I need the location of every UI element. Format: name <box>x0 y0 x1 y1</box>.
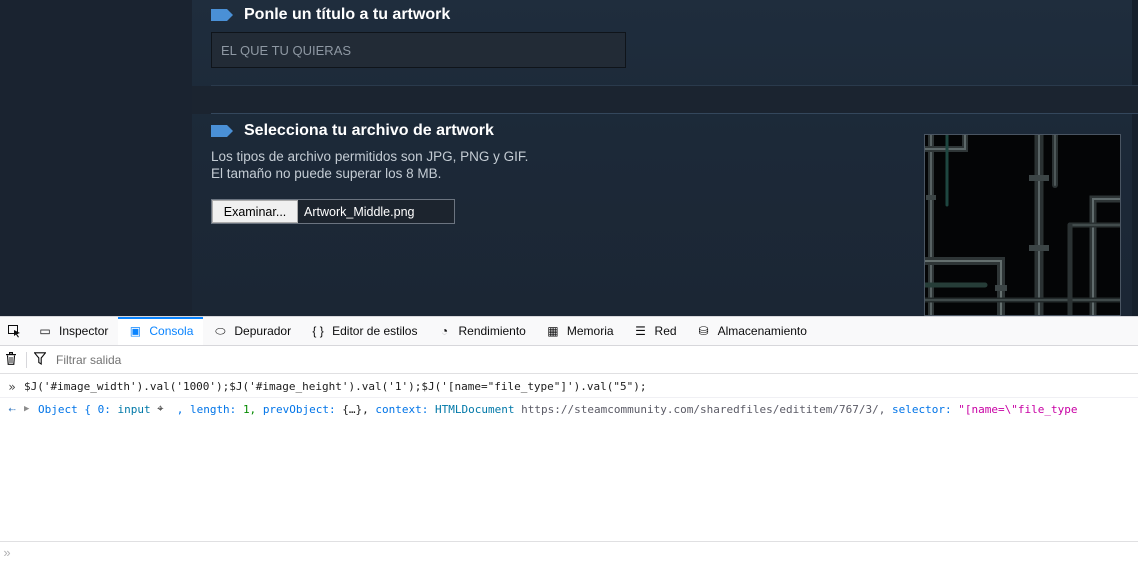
divider <box>211 113 1138 114</box>
console-command-line: » $J('#image_width').val('1000');$J('#im… <box>0 376 1138 398</box>
clear-console-button[interactable] <box>1 351 21 368</box>
devtools-panel: ▭ Inspector ▣ Consola ⬭ Depurador { } Ed… <box>0 316 1138 562</box>
tab-style-editor[interactable]: { } Editor de estilos <box>301 317 427 345</box>
context-url: https://steamcommunity.com/sharedfiles/e… <box>521 402 886 416</box>
input-prompt-icon: » <box>3 545 11 560</box>
upload-allowed-types: Los tipos de archivo permitidos son JPG,… <box>211 149 529 164</box>
key-0: 0: <box>97 402 111 416</box>
console-result-line[interactable]: ⇠ ▶ Object { 0: input ⌖ , length: 1, pre… <box>0 398 1138 420</box>
upload-section-label: Selecciona tu archivo de artwork <box>244 122 494 139</box>
length-key: , length: <box>176 402 237 416</box>
page-left-gutter <box>0 0 192 316</box>
command-prompt-icon: » <box>8 379 16 394</box>
steam-upload-page: Ponle un título a tu artwork Selecciona … <box>0 0 1138 316</box>
page-scrollbar[interactable] <box>1132 0 1138 316</box>
tab-label: Consola <box>149 324 194 338</box>
tab-label: Rendimiento <box>458 324 526 338</box>
context-key: context: <box>375 402 429 416</box>
element-picker-button[interactable] <box>0 317 28 345</box>
tab-label: Red <box>654 324 677 338</box>
title-section-heading: Ponle un título a tu artwork <box>211 6 450 24</box>
object-keyword: Object <box>38 402 78 416</box>
artwork-title-input[interactable] <box>211 32 626 68</box>
tab-label: Almacenamiento <box>717 324 807 338</box>
tag-icon <box>211 9 233 21</box>
toolbar-separator <box>26 351 27 368</box>
console-input[interactable]: » <box>0 541 1138 562</box>
target-node-icon[interactable]: ⌖ <box>157 402 163 416</box>
style-editor-icon: { } <box>312 324 324 338</box>
tag-icon <box>211 125 233 137</box>
selector-key: selector: <box>892 402 952 416</box>
expand-twisty-icon[interactable]: ▶ <box>24 404 34 414</box>
tab-network[interactable]: ☰ Red <box>624 317 687 345</box>
value-0-node[interactable]: input <box>118 403 151 416</box>
prevobject-key: prevObject: <box>262 402 336 416</box>
tab-label: Inspector <box>59 324 109 338</box>
section-separator-band <box>192 86 1138 114</box>
performance-icon: ◔ <box>440 324 449 338</box>
upload-size-limit: El tamaño no puede superar los 8 MB. <box>211 166 442 181</box>
browse-button[interactable]: Examinar... <box>212 200 298 223</box>
artwork-preview-image <box>924 134 1121 316</box>
result-arrow-icon: ⇠ <box>8 402 16 416</box>
console-output: » $J('#image_width').val('1000');$J('#im… <box>0 374 1138 542</box>
file-picker[interactable]: Examinar... Artwork_Middle.png <box>211 199 455 224</box>
tab-label: Editor de estilos <box>332 324 418 338</box>
upload-section-heading: Selecciona tu archivo de artwork <box>211 122 494 140</box>
tab-storage[interactable]: ⛁ Almacenamiento <box>687 317 817 345</box>
storage-icon: ⛁ <box>698 324 709 338</box>
tab-label: Memoria <box>566 324 614 338</box>
length-value: 1, <box>242 402 257 416</box>
command-text: $J('#image_width').val('1000');$J('#imag… <box>24 380 647 393</box>
filter-icon <box>32 351 48 368</box>
trash-icon <box>6 351 16 365</box>
title-section-label: Ponle un título a tu artwork <box>244 6 451 23</box>
tab-debugger[interactable]: ⬭ Depurador <box>203 317 301 345</box>
memory-icon: ▦ <box>547 324 559 338</box>
inspector-icon: ▭ <box>39 324 51 338</box>
prevobject-value: {…}, <box>342 402 369 416</box>
tab-performance[interactable]: ◔ Rendimiento <box>427 317 535 345</box>
element-picker-icon <box>7 324 20 337</box>
network-icon: ☰ <box>635 324 646 338</box>
tab-memory[interactable]: ▦ Memoria <box>536 317 624 345</box>
pipes-artwork <box>925 135 1120 315</box>
selector-value: "[name=\"file_type <box>958 402 1078 416</box>
console-filter-bar <box>0 346 1138 374</box>
brace: { <box>84 402 91 416</box>
debugger-icon: ⬭ <box>215 323 226 338</box>
tab-label: Depurador <box>234 324 292 338</box>
tab-console[interactable]: ▣ Consola <box>118 317 204 345</box>
selected-file-name: Artwork_Middle.png <box>304 204 415 219</box>
context-value: HTMLDocument <box>435 402 515 416</box>
filter-output-input[interactable] <box>56 352 356 367</box>
tab-inspector[interactable]: ▭ Inspector <box>28 317 118 345</box>
console-icon: ▣ <box>129 324 142 338</box>
devtools-toolbar: ▭ Inspector ▣ Consola ⬭ Depurador { } Ed… <box>0 317 1138 346</box>
